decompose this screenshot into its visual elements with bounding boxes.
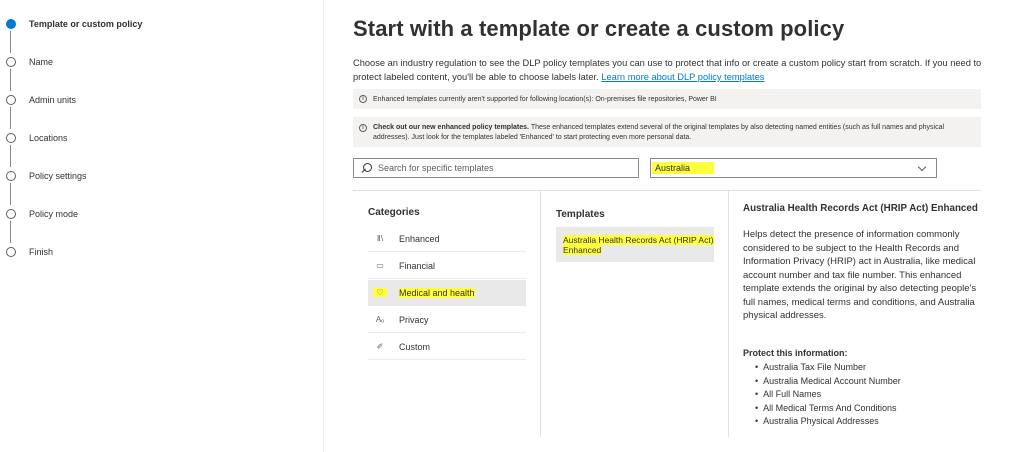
- step-label: Policy mode: [29, 209, 79, 219]
- library-icon: Ⅱ\: [376, 234, 384, 243]
- step-policy-mode[interactable]: Policy mode: [6, 207, 78, 221]
- search-input[interactable]: [378, 163, 628, 173]
- category-label: Privacy: [399, 314, 429, 325]
- step-pending-icon: [6, 95, 16, 105]
- category-label: Medical and health: [399, 287, 475, 298]
- template-item[interactable]: Australia Health Records Act (HRIP Act) …: [556, 227, 714, 262]
- heart-icon: ♡: [373, 288, 387, 297]
- page-description: Choose an industry regulation to see the…: [353, 56, 983, 84]
- step-connector: [10, 145, 11, 167]
- template-detail-panel: Australia Health Records Act (HRIP Act) …: [728, 191, 982, 437]
- step-locations[interactable]: Locations: [6, 131, 68, 145]
- step-connector: [10, 221, 11, 243]
- templates-column: Templates Australia Health Records Act (…: [541, 191, 728, 437]
- protect-item: Australia Medical Account Number: [755, 375, 901, 389]
- info-icon: i: [359, 124, 367, 132]
- protect-item: All Medical Terms And Conditions: [755, 402, 901, 416]
- step-connector: [10, 183, 11, 205]
- region-dropdown[interactable]: Australia: [650, 158, 937, 178]
- category-label: Custom: [399, 341, 431, 352]
- step-label: Locations: [29, 133, 68, 143]
- page-title: Start with a template or create a custom…: [353, 16, 845, 41]
- wizard-stepper: Template or custom policy Name Admin uni…: [0, 0, 324, 452]
- protect-item: Australia Physical Addresses: [755, 415, 901, 429]
- step-pending-icon: [6, 209, 16, 219]
- step-admin-units[interactable]: Admin units: [6, 93, 76, 107]
- category-privacy[interactable]: Αₒ Privacy: [368, 307, 526, 333]
- main-panel: Start with a template or create a custom…: [353, 0, 983, 452]
- money-icon: ▭: [376, 261, 384, 270]
- templates-heading: Templates: [556, 209, 605, 220]
- category-label: Enhanced: [399, 233, 440, 244]
- step-name[interactable]: Name: [6, 55, 53, 69]
- step-pending-icon: [6, 247, 16, 257]
- step-connector: [10, 107, 11, 129]
- protect-list: Australia Tax File Number Australia Medi…: [755, 361, 901, 429]
- step-pending-icon: [6, 171, 16, 181]
- banner-text: Check out our new enhanced policy templa…: [373, 123, 973, 147]
- step-pending-icon: [6, 57, 16, 67]
- template-label: Australia Health Records Act (HRIP Act) …: [563, 235, 714, 255]
- banner-bold-text: Check out our new enhanced policy templa…: [373, 124, 529, 131]
- learn-more-link[interactable]: Learn more about DLP policy templates: [601, 72, 764, 82]
- detail-description: Helps detect the presence of information…: [743, 229, 977, 321]
- step-current-icon: [6, 19, 16, 29]
- step-connector: [10, 31, 11, 53]
- search-icon: [361, 162, 372, 174]
- step-connector: [10, 69, 11, 91]
- step-label: Policy settings: [29, 171, 87, 181]
- protect-item: Australia Tax File Number: [755, 361, 901, 375]
- chevron-down-icon: [917, 162, 927, 172]
- step-label: Name: [29, 57, 54, 67]
- person-key-icon: Αₒ: [375, 315, 385, 324]
- protect-item: All Full Names: [755, 388, 901, 402]
- categories-column: Categories Ⅱ\ Enhanced ▭ Financial ♡ Med…: [353, 191, 541, 437]
- category-label: Financial: [399, 260, 436, 271]
- region-selected-value: Australia: [652, 162, 715, 174]
- category-financial[interactable]: ▭ Financial: [368, 253, 526, 279]
- categories-heading: Categories: [368, 207, 420, 218]
- info-banner-enhanced-templates: i Check out our new enhanced policy temp…: [353, 117, 981, 147]
- step-label: Finish: [29, 247, 54, 257]
- banner-text: Enhanced templates currently aren't supp…: [373, 95, 717, 103]
- template-search-box[interactable]: [353, 158, 639, 178]
- info-banner-unsupported-locations: i Enhanced templates currently aren't su…: [353, 89, 981, 109]
- step-template-or-custom-policy[interactable]: Template or custom policy: [6, 17, 142, 31]
- category-custom[interactable]: ✐ Custom: [368, 334, 526, 360]
- step-pending-icon: [6, 133, 16, 143]
- category-enhanced[interactable]: Ⅱ\ Enhanced: [368, 226, 526, 252]
- protect-heading: Protect this information:: [743, 348, 848, 358]
- info-icon: i: [359, 95, 367, 103]
- step-label: Template or custom policy: [29, 19, 143, 29]
- step-policy-settings[interactable]: Policy settings: [6, 169, 87, 183]
- step-finish[interactable]: Finish: [6, 245, 53, 259]
- category-medical-and-health[interactable]: ♡ Medical and health: [368, 280, 526, 306]
- detail-title: Australia Health Records Act (HRIP Act) …: [743, 203, 978, 214]
- pencil-icon: ✐: [376, 342, 384, 351]
- step-label: Admin units: [29, 95, 77, 105]
